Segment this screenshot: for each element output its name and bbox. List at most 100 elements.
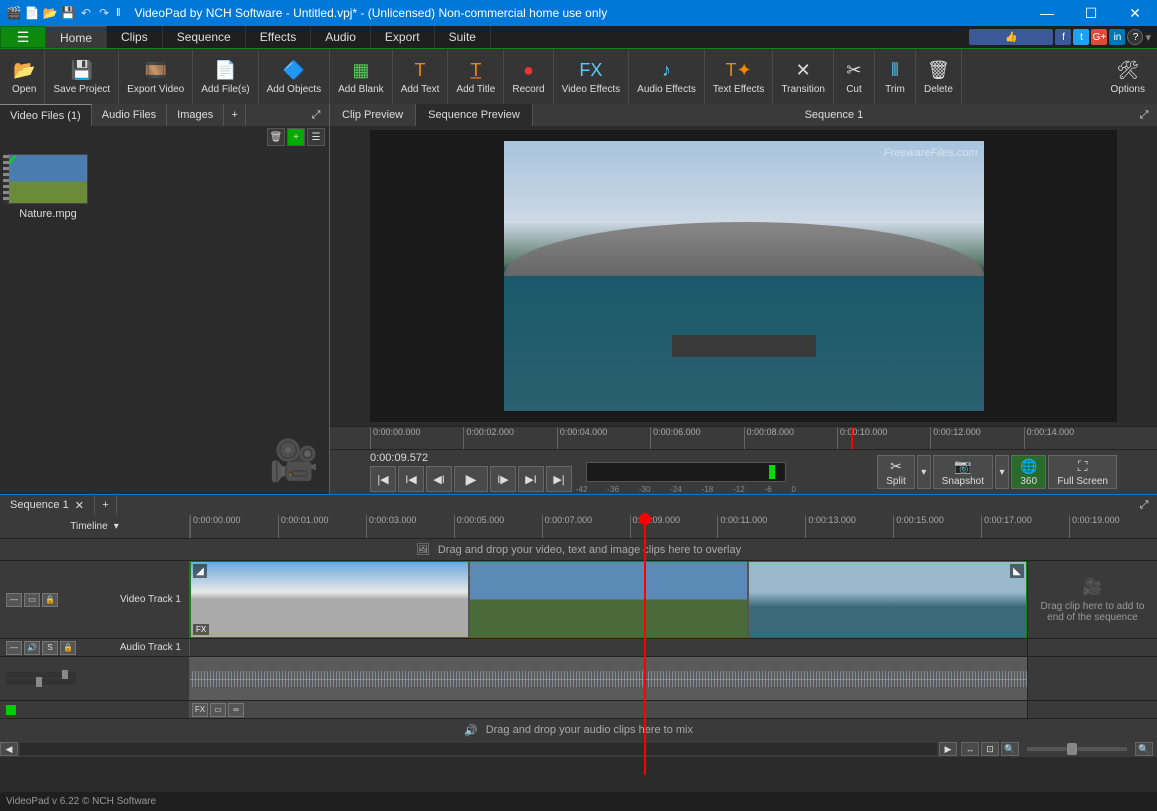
play-button[interactable]: ▶ — [454, 466, 488, 492]
audio-clip-icon[interactable]: ▭ — [210, 703, 226, 717]
goto-start-button[interactable]: |◀ — [370, 466, 396, 492]
fade-out-icon[interactable]: ◣ — [1010, 564, 1024, 578]
app-menu-button[interactable]: ☰ — [0, 26, 46, 48]
track-mute-video-icon[interactable]: ▭ — [24, 593, 40, 607]
mix-hint-row[interactable]: 🔊 Drag and drop your audio clips here to… — [0, 719, 1157, 741]
overlay-hint-row[interactable]: 🖼 Drag and drop your video, text and ima… — [0, 539, 1157, 561]
bin-tab-images[interactable]: Images — [167, 104, 224, 126]
sequence-tab[interactable]: Sequence 1✕ — [0, 495, 95, 515]
googleplus-icon[interactable]: G+ — [1091, 29, 1107, 45]
video-track-content[interactable]: ◢ FX ◣ — [190, 561, 1027, 638]
maximize-button[interactable]: ☐ — [1069, 0, 1113, 26]
bin-tab-add[interactable]: + — [224, 104, 246, 126]
delete-button[interactable]: 🗑Delete — [916, 50, 962, 104]
tab-sequence-preview[interactable]: Sequence Preview — [416, 104, 533, 126]
video-clip-2[interactable] — [470, 562, 747, 637]
tab-clip-preview[interactable]: Clip Preview — [330, 104, 416, 126]
timeline-mode-label[interactable]: Timeline▾ — [0, 515, 190, 538]
transition-button[interactable]: ✕Transition — [773, 50, 834, 104]
step-back-button[interactable]: ◀I — [426, 466, 452, 492]
undo-icon[interactable]: ↶ — [78, 5, 94, 21]
preview-ruler[interactable]: 0:00:00.000 0:00:02.000 0:00:04.000 0:00… — [330, 426, 1157, 450]
add-text-button[interactable]: TAdd Text — [393, 50, 449, 104]
menu-clips[interactable]: Clips — [107, 26, 163, 48]
scroll-right-button[interactable]: ▶ — [939, 742, 957, 756]
text-effects-button[interactable]: T✦Text Effects — [705, 50, 774, 104]
add-files-button[interactable]: 📄Add File(s) — [193, 50, 258, 104]
linkedin-icon[interactable]: in — [1109, 29, 1125, 45]
snapshot-dropdown[interactable]: ▾ — [995, 455, 1009, 489]
clip-fx-badge[interactable]: FX — [193, 624, 209, 635]
zoom-in-icon[interactable]: 🔍 — [1135, 742, 1153, 756]
snapshot-button[interactable]: 📷Snapshot — [933, 455, 993, 489]
bin-add-icon[interactable]: + — [287, 128, 305, 146]
split-button[interactable]: ✂Split — [877, 455, 914, 489]
timeline-ruler[interactable]: 0:00:00.000 0:00:01.000 0:00:03.000 0:00… — [190, 515, 1157, 538]
add-title-button[interactable]: T̲Add Title — [448, 50, 504, 104]
facebook-icon[interactable]: f — [1055, 29, 1071, 45]
new-icon[interactable]: 📄 — [24, 5, 40, 21]
preview-playhead[interactable] — [851, 427, 853, 449]
preview-undock-icon[interactable]: ⤢ — [1135, 106, 1153, 124]
audio-solo-icon[interactable]: S — [42, 641, 58, 655]
video-clip-3[interactable]: ◣ — [749, 562, 1026, 637]
video-effects-button[interactable]: FXVideo Effects — [554, 50, 630, 104]
export-video-button[interactable]: 🎞️Export Video — [119, 50, 193, 104]
help-icon[interactable]: ? — [1127, 29, 1143, 45]
redo-icon[interactable]: ↷ — [96, 5, 112, 21]
add-blank-button[interactable]: ▦Add Blank — [330, 50, 393, 104]
prev-frame-button[interactable]: I◀ — [398, 466, 424, 492]
audio-collapse-icon[interactable]: — — [6, 641, 22, 655]
bin-tab-video[interactable]: Video Files (1) — [0, 104, 92, 126]
zoom-fit-icon[interactable]: ⊡ — [981, 742, 999, 756]
close-tab-icon[interactable]: ✕ — [75, 499, 84, 512]
fullscreen-button[interactable]: ⛶Full Screen — [1048, 455, 1117, 489]
timeline-undock-icon[interactable]: ⤢ — [1135, 496, 1153, 514]
menu-suite[interactable]: Suite — [435, 26, 491, 48]
cut-button[interactable]: ✂Cut — [834, 50, 875, 104]
audio-track-content[interactable] — [190, 657, 1027, 700]
scroll-track[interactable] — [20, 743, 937, 755]
save-icon[interactable]: 💾 — [60, 5, 76, 21]
fade-in-icon[interactable]: ◢ — [193, 564, 207, 578]
menu-home[interactable]: Home — [46, 26, 107, 48]
bin-tab-audio[interactable]: Audio Files — [92, 104, 167, 126]
split-dropdown[interactable]: ▾ — [917, 455, 931, 489]
bin-delete-icon[interactable]: 🗑 — [267, 128, 285, 146]
timeline-playhead[interactable] — [644, 515, 646, 775]
track-lock-icon[interactable]: 🔒 — [42, 593, 58, 607]
bin-list-icon[interactable]: ☰ — [307, 128, 325, 146]
360-button[interactable]: 🌐360 — [1011, 455, 1046, 489]
trim-button[interactable]: ⦀Trim — [875, 50, 916, 104]
open-icon[interactable]: 📂 — [42, 5, 58, 21]
add-sequence-tab[interactable]: + — [95, 495, 117, 515]
menu-effects[interactable]: Effects — [246, 26, 311, 48]
menu-export[interactable]: Export — [371, 26, 435, 48]
drag-hint-column[interactable]: 🎥 Drag clip here to add to end of the se… — [1027, 561, 1157, 638]
fit-icon[interactable]: ↔ — [961, 742, 979, 756]
open-button[interactable]: 📂Open — [4, 50, 45, 104]
video-clip-1[interactable]: ◢ FX — [191, 562, 468, 637]
next-frame-button[interactable]: ▶I — [518, 466, 544, 492]
audio-mute-icon[interactable]: 🔊 — [24, 641, 40, 655]
audio-link-icon[interactable]: ∞ — [228, 703, 244, 717]
close-button[interactable]: ✕ — [1113, 0, 1157, 26]
menu-audio[interactable]: Audio — [311, 26, 371, 48]
like-icon[interactable]: 👍 — [969, 29, 1053, 45]
menu-sequence[interactable]: Sequence — [163, 26, 246, 48]
save-project-button[interactable]: 💾Save Project — [45, 50, 119, 104]
add-objects-button[interactable]: 🔷Add Objects — [259, 50, 330, 104]
audio-lock-icon[interactable]: 🔒 — [60, 641, 76, 655]
clip-thumbnail[interactable]: Nature.mpg — [6, 154, 90, 220]
audio-effects-button[interactable]: ♪Audio Effects — [629, 50, 705, 104]
audio-fx-button[interactable]: FX — [192, 703, 208, 717]
scroll-left-button[interactable]: ◀ — [0, 742, 18, 756]
undock-icon[interactable]: ⤢ — [307, 106, 325, 124]
options-button[interactable]: 🛠Options — [1103, 50, 1153, 104]
minimize-button[interactable]: — — [1025, 0, 1069, 26]
track-collapse-icon[interactable]: — — [6, 593, 22, 607]
twitter-icon[interactable]: t — [1073, 29, 1089, 45]
zoom-out-icon[interactable]: 🔍 — [1001, 742, 1019, 756]
zoom-slider[interactable] — [1027, 747, 1127, 751]
record-button[interactable]: ●Record — [504, 50, 553, 104]
